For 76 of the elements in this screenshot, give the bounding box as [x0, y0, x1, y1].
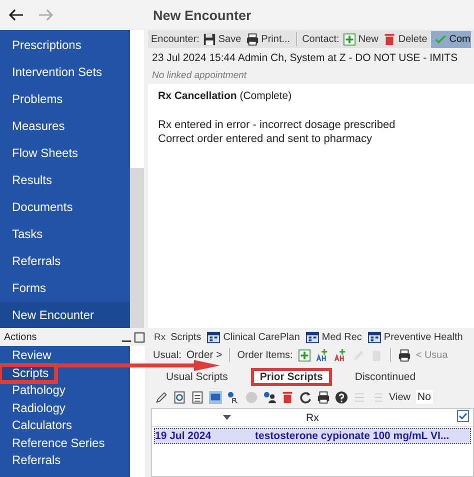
sort-icon[interactable] — [223, 415, 231, 420]
scrollbar[interactable] — [130, 346, 145, 477]
trash-icon[interactable] — [383, 32, 396, 46]
sidebar-item[interactable]: Flow Sheets — [0, 140, 130, 167]
page-title: New Encounter — [152, 8, 252, 22]
encounter-header: 23 Jul 2024 15:44 Admin Ch, System at Z - DO NOT USE - IMITS — [151, 51, 459, 66]
sidebar-item[interactable]: Documents — [0, 194, 130, 221]
sidebar-item[interactable]: Intervention Sets — [0, 59, 130, 86]
table-row[interactable]: 19 Jul 2024 testosterone cypionate 100 mg/mL VI... — [154, 428, 471, 444]
tab[interactable]: Clinical CarePlan — [207, 330, 300, 344]
save-icon[interactable] — [203, 32, 216, 46]
check-icon[interactable] — [434, 32, 448, 46]
table-cell: testosterone cypionate 100 mg/mL VI... — [255, 430, 450, 442]
calendar-icon[interactable] — [368, 330, 381, 344]
help-icon[interactable] — [335, 390, 348, 404]
refresh-document-icon[interactable] — [173, 390, 186, 404]
tab[interactable]: Prior Scripts — [250, 368, 332, 386]
info-user-icon[interactable] — [263, 390, 276, 404]
save-button[interactable]: Save — [202, 32, 242, 46]
checkbox-icon[interactable] — [457, 410, 469, 422]
sidebar-item[interactable]: Forms — [0, 275, 130, 302]
tab[interactable]: Preventive Health — [368, 330, 463, 344]
back-icon[interactable] — [8, 8, 24, 22]
action-item[interactable]: Calculators — [0, 417, 130, 434]
tab[interactable]: Med Rec — [306, 330, 362, 344]
add-user-icon[interactable] — [316, 348, 329, 362]
note-title: Rx Cancellation (Complete) — [158, 90, 293, 102]
note-text: Rx entered in error - incorrect dosage prescribed — [158, 118, 396, 132]
toolbar-label: Contact: — [302, 34, 340, 44]
refresh-icon[interactable] — [299, 390, 312, 404]
order-button[interactable]: Order > — [186, 349, 222, 361]
tab[interactable]: Usual Scripts — [157, 368, 237, 386]
tab[interactable]: Rx Scripts — [154, 332, 202, 342]
tab[interactable]: Discontinued — [346, 368, 425, 386]
calendar-icon[interactable] — [207, 330, 220, 344]
sidebar-item[interactable]: Results — [0, 167, 130, 194]
sidebar-item[interactable]: Problems — [0, 86, 130, 113]
action-item[interactable]: Reference Series — [0, 434, 130, 452]
sidebar-item[interactable]: Measures — [0, 113, 130, 140]
document-icon[interactable] — [191, 390, 204, 404]
add-user-icon[interactable] — [334, 348, 347, 362]
sidebar-item[interactable]: Tasks — [0, 221, 130, 248]
scrollbar[interactable] — [130, 30, 144, 328]
action-item[interactable]: Review — [0, 347, 130, 364]
add-icon[interactable] — [343, 32, 356, 46]
appointment-status: No linked appointment — [151, 69, 248, 83]
info-rx-icon[interactable] — [227, 390, 240, 404]
table-cell-text: 19 Jul 2024 — [155, 430, 212, 442]
sidebar-item[interactable]: New Encounter — [0, 302, 130, 329]
delete-button[interactable]: Delete — [382, 32, 428, 46]
add-icon[interactable] — [298, 348, 311, 362]
printer-icon[interactable] — [398, 348, 411, 362]
new-button[interactable]: New — [342, 32, 380, 46]
note-text: Correct order entered and sent to pharmacy — [158, 132, 374, 146]
toolbar-label: Order Items: — [237, 350, 293, 360]
calendar-icon[interactable] — [306, 330, 319, 344]
toolbar-label: View — [389, 392, 410, 402]
toolbar-label: Usual: — [153, 350, 182, 360]
printer-icon[interactable] — [317, 390, 330, 404]
maximize-icon[interactable] — [134, 332, 145, 342]
toolbar-label: Encounter: — [151, 34, 200, 44]
action-item[interactable]: Pathology — [0, 382, 130, 400]
action-item[interactable]: Radiology — [0, 400, 130, 417]
trash-icon[interactable] — [281, 390, 294, 404]
column-header[interactable]: Rx — [302, 412, 457, 424]
sidebar-item[interactable]: Prescriptions — [0, 32, 130, 59]
sidebar-item[interactable]: Referrals — [0, 248, 130, 275]
form-icon[interactable] — [209, 390, 222, 404]
action-item[interactable]: Scripts — [0, 364, 56, 382]
printer-icon[interactable] — [246, 32, 260, 46]
print-button[interactable]: Print... — [245, 32, 292, 46]
pencil-icon[interactable] — [155, 390, 168, 404]
complete-button[interactable]: Com — [431, 30, 472, 48]
action-item[interactable]: Referrals — [0, 452, 130, 470]
view-dropdown[interactable]: No — [416, 390, 433, 404]
panel-title: Actions — [4, 332, 37, 342]
